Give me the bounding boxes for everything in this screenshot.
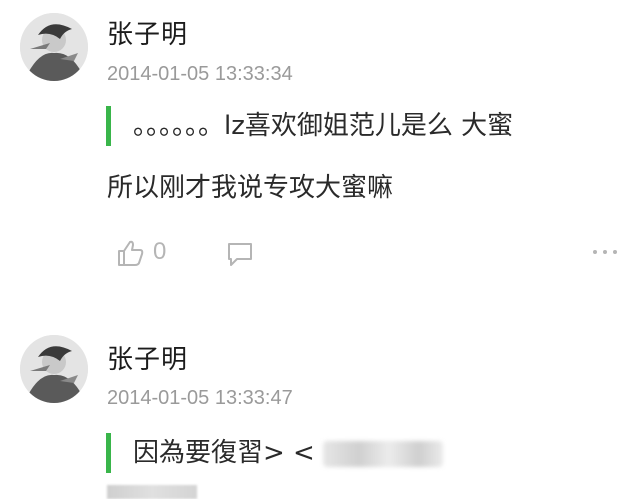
comment-item: 张子明 2014-01-05 13:33:47 因為要復習> < xyxy=(0,325,640,499)
avatar[interactable] xyxy=(20,335,88,403)
comment-timestamp: 2014-01-05 13:33:34 xyxy=(107,63,293,85)
blurred-content xyxy=(322,440,443,467)
comment-timestamp: 2014-01-05 13:33:47 xyxy=(107,387,293,409)
avatar[interactable] xyxy=(20,13,88,81)
comment-bubble-icon[interactable] xyxy=(225,240,255,268)
username[interactable]: 张子明 xyxy=(107,339,188,376)
quoted-text: 因為要復習> < xyxy=(106,433,620,473)
more-options-icon[interactable] xyxy=(590,246,620,258)
comment-item: 张子明 2014-01-05 13:33:34 。。。。。。lz喜欢御姐范儿是么… xyxy=(0,0,640,320)
thumbs-up-icon[interactable] xyxy=(115,238,145,268)
like-count: 0 xyxy=(153,238,167,265)
comment-body: 所以刚才我说专攻大蜜嘛 xyxy=(107,173,394,203)
username[interactable]: 张子明 xyxy=(107,14,188,51)
quoted-text-content: 因為要復習> < xyxy=(133,438,315,468)
quoted-text: 。。。。。。lz喜欢御姐范儿是么 大蜜 xyxy=(106,106,620,146)
quoted-text-content: 。。。。。。lz喜欢御姐范儿是么 大蜜 xyxy=(133,111,514,141)
next-username-partial xyxy=(107,485,197,499)
comment-actions: 0 xyxy=(107,236,620,276)
